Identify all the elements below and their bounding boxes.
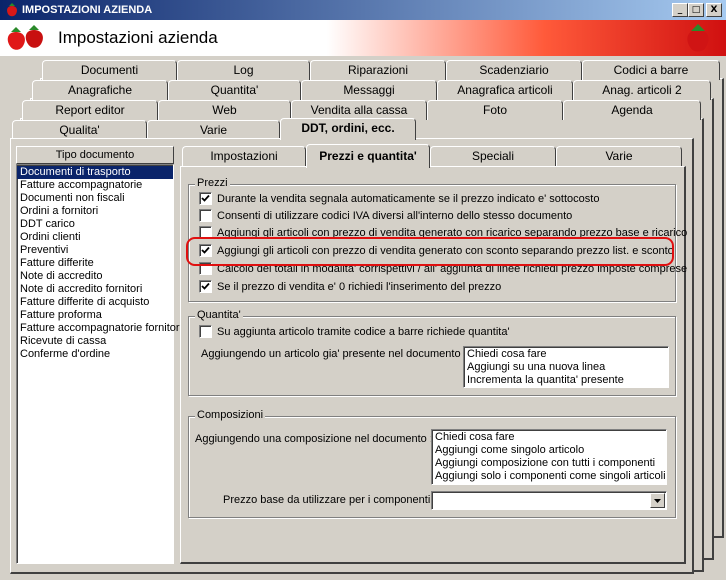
tab-ddt-ordini[interactable]: DDT, ordini, ecc. (280, 118, 416, 140)
tab-anagrafiche[interactable]: Anagrafiche (32, 80, 168, 100)
component-price-dropdown-button[interactable] (650, 493, 665, 508)
tab-documenti[interactable]: Documenti (42, 60, 177, 80)
existing-article-option[interactable]: Chiedi cosa fare (466, 348, 666, 361)
prezzi-option-label: Calcolo dei totali in modalita' corrispe… (217, 263, 688, 275)
barcode-quantity-option[interactable]: Su aggiunta articolo tramite codice a ba… (199, 324, 510, 340)
window-title: IMPOSTAZIONI AZIENDA (22, 4, 153, 16)
maximize-button[interactable]: □ (688, 3, 704, 17)
doc-type-item[interactable]: Preventivi (17, 244, 173, 257)
component-price-label: Prezzo base da utilizzare per i componen… (223, 494, 437, 506)
prezzi-option-checkbox[interactable] (199, 244, 212, 257)
prezzi-option-label: Aggiungi gli articoli con prezzo di vend… (217, 245, 674, 257)
doc-type-panel: Tipo documento Documenti di trasporto Fat… (16, 146, 182, 564)
doc-type-item[interactable]: Fatture differite (17, 257, 173, 270)
composition-add-option[interactable]: Aggiungi composizione con tutti i compon… (434, 457, 664, 470)
composizioni-group: Composizioni Aggiungendo una composizion… (188, 409, 676, 518)
minimize-button[interactable]: _ (672, 3, 688, 17)
prezzi-option-checkbox[interactable] (199, 192, 212, 205)
prezzi-option-4[interactable]: Aggiungi gli articoli con prezzo di vend… (199, 243, 674, 259)
doc-type-item[interactable]: Documenti non fiscali (17, 192, 173, 205)
close-button[interactable]: X (706, 3, 722, 17)
composizioni-group-label: Composizioni (195, 409, 266, 421)
barcode-quantity-label: Su aggiunta articolo tramite codice a ba… (217, 326, 510, 338)
doc-type-item[interactable]: Fatture differite di acquisto (17, 296, 173, 309)
doc-type-item[interactable]: Ricevute di cassa (17, 335, 173, 348)
quantita-group-label: Quantita' (195, 309, 243, 321)
prezzi-option-checkbox[interactable] (199, 280, 212, 293)
prezzi-group: Prezzi Durante la vendita segnala automa… (188, 177, 687, 302)
composition-add-option[interactable]: Chiedi cosa fare (434, 431, 664, 444)
tab-quantita[interactable]: Quantita' (168, 80, 301, 100)
existing-article-label: Aggiungendo un articolo gia' presente ne… (201, 348, 467, 360)
barcode-quantity-checkbox[interactable] (199, 325, 212, 338)
subtab-impostazioni[interactable]: Impostazioni (182, 146, 306, 166)
checkmark-icon (201, 194, 210, 202)
tab-log[interactable]: Log (177, 60, 310, 80)
tab-messaggi[interactable]: Messaggi (301, 80, 437, 100)
composition-add-label: Aggiungendo una composizione nel documen… (195, 433, 433, 445)
quantita-group: Quantita' Su aggiunta articolo tramite c… (188, 309, 676, 396)
doc-type-header[interactable]: Tipo documento (16, 146, 174, 164)
subtab-speciali[interactable]: Speciali (430, 146, 556, 166)
tab-codici-a-barre[interactable]: Codici a barre (582, 60, 720, 80)
tab-anagrafica-articoli[interactable]: Anagrafica articoli (437, 80, 573, 100)
composition-add-list[interactable]: Chiedi cosa fare Aggiungi come singolo ar… (431, 429, 667, 485)
subtab-varie[interactable]: Varie (556, 146, 682, 166)
header-title: Impostazioni azienda (58, 28, 218, 47)
component-price-select[interactable] (431, 491, 667, 510)
doc-type-item[interactable]: Fatture proforma (17, 309, 173, 322)
checkmark-icon (201, 282, 210, 290)
tab-qualita[interactable]: Qualita' (12, 120, 147, 140)
prezzi-option-5[interactable]: Calcolo dei totali in modalita' corrispe… (199, 261, 687, 277)
tab-report-editor[interactable]: Report editor (22, 100, 158, 120)
doc-type-item[interactable]: Ordini a fornitori (17, 205, 173, 218)
tab-riparazioni[interactable]: Riparazioni (310, 60, 446, 80)
prezzi-option-label: Se il prezzo di vendita e' 0 richiedi l'… (217, 281, 502, 293)
checkmark-icon (201, 246, 210, 254)
existing-article-option[interactable]: Aggiungi su una nuova linea (466, 361, 666, 374)
chevron-down-icon (654, 499, 661, 503)
tab-vendita-alla-cassa[interactable]: Vendita alla cassa (291, 100, 427, 120)
doc-type-item[interactable]: Conferme d'ordine (17, 348, 173, 361)
prezzi-option-6[interactable]: Se il prezzo di vendita e' 0 richiedi l'… (199, 279, 501, 295)
prezzi-option-label: Durante la vendita segnala automaticamen… (217, 193, 600, 205)
prezzi-option-checkbox[interactable] (199, 226, 212, 239)
prezzi-group-label: Prezzi (195, 177, 230, 189)
doc-type-item[interactable]: DDT carico (17, 218, 173, 231)
tab-agenda[interactable]: Agenda (563, 100, 701, 120)
doc-type-item[interactable]: Note di accredito fornitori (17, 283, 173, 296)
composition-add-option[interactable]: Aggiungi solo i componenti come singoli … (434, 470, 666, 483)
prezzi-option-checkbox[interactable] (199, 209, 212, 222)
doc-type-list[interactable]: Documenti di trasporto Fatture accompagna… (16, 164, 182, 564)
tab-anag-articoli-2[interactable]: Anag. articoli 2 (573, 80, 711, 100)
prezzi-option-3[interactable]: Aggiungi gli articoli con prezzo di vend… (199, 225, 687, 241)
prezzi-option-label: Consenti di utilizzare codici IVA divers… (217, 210, 573, 222)
doc-type-item[interactable]: Fatture accompagnatorie (17, 179, 173, 192)
prezzi-option-label: Aggiungi gli articoli con prezzo di vend… (217, 227, 688, 239)
title-bar: IMPOSTAZIONI AZIENDA _ □ X (0, 0, 726, 20)
tab-foto[interactable]: Foto (427, 100, 563, 120)
prezzi-option-1[interactable]: Durante la vendita segnala automaticamen… (199, 191, 599, 207)
strawberry-icon (7, 3, 17, 17)
tab-varie[interactable]: Varie (147, 120, 280, 140)
doc-type-item[interactable]: Fatture accompagnatorie fornitori (17, 322, 182, 335)
strawberries-logo-icon (7, 25, 43, 50)
doc-type-item[interactable]: Ordini clienti (17, 231, 173, 244)
header-banner: Impostazioni azienda (0, 20, 726, 56)
doc-type-item[interactable]: Note di accredito (17, 270, 173, 283)
existing-article-option[interactable]: Incrementa la quantita' presente (466, 374, 666, 387)
tab-web[interactable]: Web (158, 100, 291, 120)
subtab-prezzi-quantita[interactable]: Prezzi e quantita' (306, 144, 430, 168)
tab-scadenziario[interactable]: Scadenziario (446, 60, 582, 80)
prezzi-option-checkbox[interactable] (199, 262, 212, 275)
prezzi-option-2[interactable]: Consenti di utilizzare codici IVA divers… (199, 208, 572, 224)
composition-add-option[interactable]: Aggiungi come singolo articolo (434, 444, 664, 457)
doc-type-item[interactable]: Documenti di trasporto (17, 166, 173, 179)
strawberry-icon (687, 24, 709, 52)
existing-article-list[interactable]: Chiedi cosa fare Aggiungi su una nuova li… (463, 346, 669, 388)
